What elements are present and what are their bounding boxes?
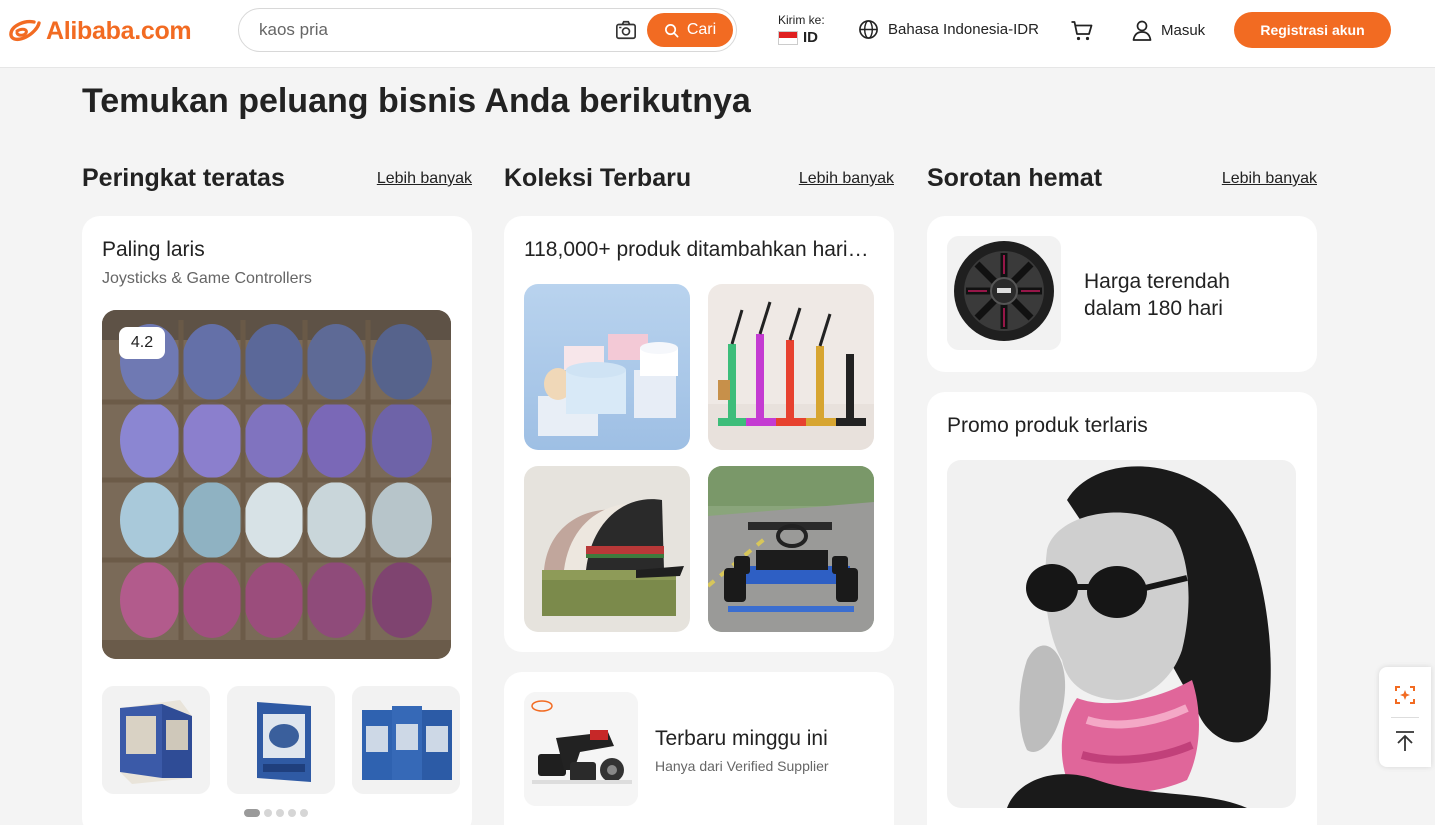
top-header: Alibaba.com Cari Kirim ke: ID	[0, 0, 1435, 68]
product-image-neck-gaiter[interactable]	[947, 460, 1296, 808]
more-link[interactable]: Lebih banyak	[377, 170, 472, 188]
search-button-label: Cari	[686, 21, 717, 38]
more-link[interactable]: Lebih banyak	[1222, 170, 1317, 188]
indonesia-flag-icon	[778, 30, 798, 45]
new-arrivals-card[interactable]: 118,000+ produk ditambahkan hari ini	[504, 216, 894, 652]
page-title: Temukan peluang bisnis Anda berikutnya	[82, 82, 751, 120]
user-icon	[1132, 20, 1152, 41]
carousel-dot[interactable]	[264, 809, 272, 817]
card-title: Terbaru minggu ini	[655, 727, 828, 750]
back-to-top-icon[interactable]	[1393, 729, 1417, 753]
carousel-dots	[244, 809, 308, 817]
card-title: Promo produk terlaris	[947, 414, 1148, 437]
ship-to-label: Kirim ke:	[778, 13, 825, 27]
column-title: Sorotan hemat	[927, 164, 1103, 192]
search-button[interactable]: Cari	[647, 13, 733, 47]
cart-icon[interactable]	[1070, 19, 1094, 43]
column-title: Koleksi Terbaru	[504, 164, 692, 192]
product-image-tools[interactable]	[524, 692, 638, 806]
camera-icon[interactable]	[615, 19, 637, 41]
new-this-week-card[interactable]: Terbaru minggu ini Hanya dari Verified S…	[504, 672, 894, 825]
card-subtitle: Joysticks & Game Controllers	[102, 270, 312, 287]
card-title: 118,000+ produk ditambahkan hari ini	[524, 238, 874, 261]
logo-text: Alibaba.com	[46, 16, 192, 45]
alibaba-logo[interactable]: Alibaba.com	[8, 15, 192, 47]
signin-label: Masuk	[1161, 21, 1206, 39]
search-bar: Cari	[238, 8, 737, 52]
rating-badge: 4.2	[119, 327, 165, 359]
language-label: Bahasa Indonesia-IDR	[888, 21, 1039, 38]
lowest-price-card[interactable]: Harga terendah dalam 180 hari	[927, 216, 1317, 372]
carousel-dot[interactable]	[300, 809, 308, 817]
more-link[interactable]: Lebih banyak	[799, 170, 894, 188]
column-header-top-ranking: Peringkat teratas Lebih banyak	[82, 164, 472, 196]
column-header-savings: Sorotan hemat Lebih banyak	[927, 164, 1317, 196]
product-image-wheel[interactable]	[947, 236, 1061, 350]
register-button[interactable]: Registrasi akun	[1234, 12, 1391, 48]
carousel-dot[interactable]	[288, 809, 296, 817]
product-image-controllers[interactable]: 4.2	[102, 310, 451, 659]
toolbar-divider	[1391, 717, 1419, 718]
product-image-caps[interactable]	[524, 466, 690, 632]
column-title: Peringkat teratas	[82, 164, 285, 192]
product-thumbnail[interactable]	[227, 686, 335, 794]
product-thumbnail[interactable]	[102, 686, 210, 794]
product-thumbnail[interactable]	[352, 686, 460, 794]
signin-link[interactable]: Masuk	[1131, 19, 1205, 41]
product-image-presses[interactable]	[708, 284, 874, 450]
carousel-dot[interactable]	[276, 809, 284, 817]
search-icon	[664, 23, 679, 37]
carousel-dot[interactable]	[244, 809, 260, 817]
floating-toolbar	[1379, 667, 1431, 767]
column-header-new-arrivals: Koleksi Terbaru Lebih banyak	[504, 164, 894, 196]
language-selector[interactable]: Bahasa Indonesia-IDR	[858, 19, 1039, 40]
card-subtitle: Hanya dari Verified Supplier	[655, 758, 829, 774]
ship-to-code: ID	[803, 29, 818, 46]
feedback-icon[interactable]	[1393, 683, 1417, 707]
card-title: Paling laris	[102, 238, 205, 261]
product-image-containers[interactable]	[524, 284, 690, 450]
alibaba-logo-icon	[9, 19, 41, 42]
product-image-gokart[interactable]	[708, 466, 874, 632]
globe-icon	[859, 20, 878, 39]
search-input[interactable]	[259, 9, 609, 51]
top-ranking-card[interactable]: Paling laris Joysticks & Game Controller…	[82, 216, 472, 825]
best-selling-promo-card[interactable]: Promo produk terlaris	[927, 392, 1317, 825]
ship-to-selector[interactable]: Kirim ke: ID	[778, 13, 825, 46]
card-title: Harga terendah dalam 180 hari	[1084, 270, 1230, 320]
